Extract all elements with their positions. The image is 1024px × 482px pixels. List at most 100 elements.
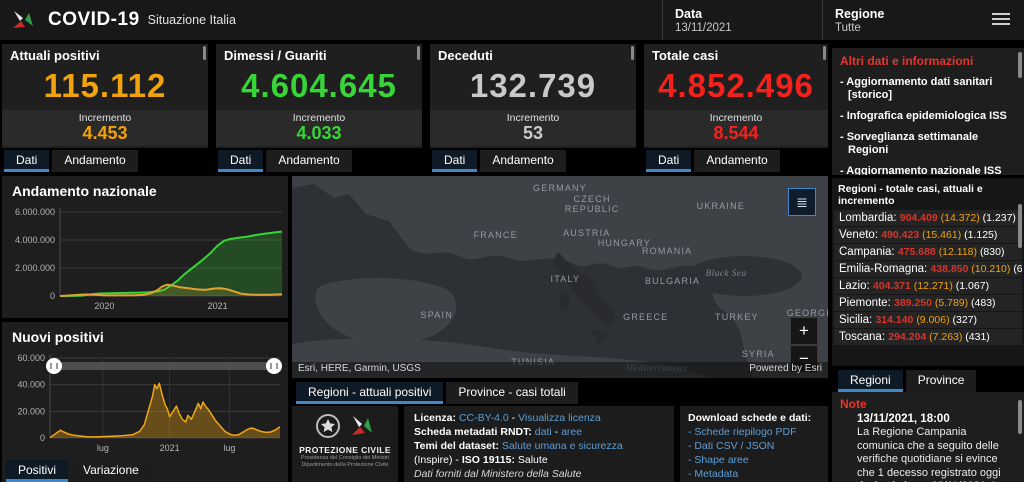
europe-map[interactable]: GERMANYCZECH REPUBLICUKRAINEFRANCEAUSTRI… (292, 176, 828, 378)
stat-card-increment: Incremento4.453 (2, 110, 208, 146)
tab-andamento[interactable]: Andamento (266, 150, 351, 172)
plus-icon: + (799, 321, 809, 341)
svg-text:40.000: 40.000 (17, 380, 45, 390)
tab-andamento[interactable]: Andamento (480, 150, 565, 172)
region-row[interactable]: Sicilia: 314.140 (9.006) (327) (834, 312, 1022, 328)
region-filter-label: Regione (835, 7, 985, 21)
map-attribution: Esri, HERE, Garmin, USGS Powered by Esri (292, 362, 828, 378)
stat-card: Deceduti132.739Incremento53 (430, 44, 636, 148)
temi-iso-value: Salute (515, 454, 548, 466)
tab-andamento[interactable]: Andamento (694, 150, 779, 172)
note-scrollbar[interactable] (1018, 400, 1022, 434)
card-scrollbar[interactable] (417, 46, 420, 60)
tab-dati[interactable]: Dati (646, 150, 691, 172)
region-row[interactable]: Toscana: 294.204 (7.263) (431) (834, 329, 1022, 345)
stat-card-increment: Incremento4.033 (216, 110, 422, 146)
time-range-slider[interactable] (46, 358, 282, 374)
stat-card-tabs: DatiAndamento (432, 150, 636, 172)
slider-handle-right[interactable] (266, 358, 282, 374)
temi-link[interactable]: Salute umana e sicurezza (502, 440, 623, 452)
map-country-label: GERMANY (533, 183, 587, 193)
region-total-casi: 294.204 (888, 331, 929, 343)
region-name: Emilia-Romagna: (839, 263, 930, 275)
region-attuali: (14.372) (941, 212, 983, 224)
region-filter-value: Tutte (835, 22, 985, 34)
date-label: Data (675, 7, 835, 21)
map-country-label: ROMANIA (642, 246, 692, 256)
license-view-link[interactable]: Visualizza licenza (518, 412, 601, 424)
region-incremento: (1.237) (983, 212, 1016, 224)
metadata-label: Scheda metadati RNDT: (414, 426, 532, 438)
stat-card-increment: Incremento8.544 (644, 110, 828, 146)
region-row[interactable]: Lazio: 404.371 (12.271) (1.067) (834, 278, 1022, 294)
download-link[interactable]: - Shape aree (688, 453, 820, 467)
svg-text:lug: lug (97, 443, 109, 453)
region-attuali: (12.271) (914, 280, 956, 292)
region-filter[interactable]: Regione Tutte (822, 0, 985, 40)
tab-andamento[interactable]: Andamento (52, 150, 137, 172)
panel-nuovi-title: Nuovi positivi (2, 322, 288, 345)
region-incremento: (682) (1013, 263, 1022, 275)
note-text: La Regione Campania comunica che a segui… (857, 426, 1014, 482)
region-row[interactable]: Lombardia: 904.409 (14.372) (1.237) (834, 210, 1022, 226)
license-block: Licenza: CC-BY-4.0 - Visualizza licenza … (404, 406, 674, 482)
app-subtitle: Situazione Italia (148, 13, 236, 27)
svg-text:0: 0 (50, 291, 55, 301)
svg-text:60.000: 60.000 (17, 353, 45, 363)
tab-dati[interactable]: Dati (218, 150, 263, 172)
download-link[interactable]: - Schede riepilogo PDF (688, 425, 820, 439)
tab-variazione[interactable]: Variazione (71, 460, 151, 482)
region-attuali: (12.118) (939, 246, 980, 258)
tab-positivi[interactable]: Positivi (6, 460, 68, 482)
stat-card-title: Deceduti (430, 44, 636, 63)
license-link[interactable]: CC-BY-4.0 (459, 412, 509, 424)
sidebar-info-link[interactable]: - Infografica epidemiologica ISS (840, 110, 1016, 123)
download-block: Download schede e dati: - Schede riepilo… (680, 406, 828, 482)
metadata-dati-link[interactable]: dati (535, 426, 552, 438)
stat-card-increment: Incremento53 (430, 110, 636, 146)
svg-text:2021: 2021 (160, 443, 180, 453)
region-row[interactable]: Emilia-Romagna: 438.850 (10.210) (682) (834, 261, 1022, 277)
date-filter[interactable]: Data 13/11/2021 (662, 0, 835, 40)
tab-regioni-attuali-positivi[interactable]: Regioni - attuali positivi (296, 382, 443, 404)
card-scrollbar[interactable] (823, 46, 826, 60)
region-row[interactable]: Piemonte: 389.250 (5.789) (483) (834, 295, 1022, 311)
region-name: Piemonte: (839, 297, 894, 309)
state-emblem-icon (315, 413, 341, 439)
card-scrollbar[interactable] (203, 46, 206, 60)
svg-text:2021: 2021 (208, 301, 228, 311)
map-country-label: AUSTRIA (563, 228, 610, 238)
sidebar-info-link[interactable]: - Aggiornamento nazionale ISS (840, 165, 1016, 175)
tab-dati[interactable]: Dati (432, 150, 477, 172)
download-link[interactable]: - Metadata (688, 467, 820, 481)
slider-handle-left[interactable] (46, 358, 62, 374)
map-zoom-in-button[interactable]: + (790, 317, 818, 345)
tab-province[interactable]: Province (906, 370, 977, 392)
increment-value: 53 (430, 124, 636, 143)
map-country-label: SPAIN (421, 310, 453, 320)
region-total-casi: 314.140 (875, 314, 916, 326)
region-total-casi: 904.409 (900, 212, 941, 224)
region-row[interactable]: Veneto: 490.423 (15.461) (1.125) (834, 227, 1022, 243)
increment-value: 4.453 (2, 124, 208, 143)
slider-track[interactable] (53, 362, 275, 370)
metadata-aree-link[interactable]: aree (561, 426, 582, 438)
map-legend-button[interactable]: ≣ (788, 188, 816, 216)
info-scrollbar[interactable] (1018, 52, 1022, 78)
regions-scrollbar[interactable] (1018, 204, 1022, 248)
download-link[interactable]: - Dati CSV / JSON (688, 439, 820, 453)
temi-iso-label: ISO 19115: (462, 454, 515, 466)
tab-province-casi-totali[interactable]: Province - casi totali (446, 382, 577, 404)
stat-card-tabs: DatiAndamento (4, 150, 208, 172)
hamburger-menu-icon[interactable] (992, 13, 1010, 28)
tab-regioni[interactable]: Regioni (838, 370, 903, 392)
sidebar-info-link[interactable]: - Sorveglianza settimanale Regioni (840, 131, 1016, 157)
panel-nuovi-positivi: Nuovi positivi 020.00040.00060.000lug202… (2, 322, 288, 482)
metadata-sep: - (552, 426, 561, 438)
increment-value: 8.544 (644, 124, 828, 143)
region-total-casi: 404.371 (873, 280, 914, 292)
sidebar-info-link[interactable]: - Aggiornamento dati sanitari [storico] (840, 76, 1016, 102)
card-scrollbar[interactable] (631, 46, 634, 60)
tab-dati[interactable]: Dati (4, 150, 49, 172)
region-row[interactable]: Campania: 475.688 (12.118) (830) (834, 244, 1022, 260)
